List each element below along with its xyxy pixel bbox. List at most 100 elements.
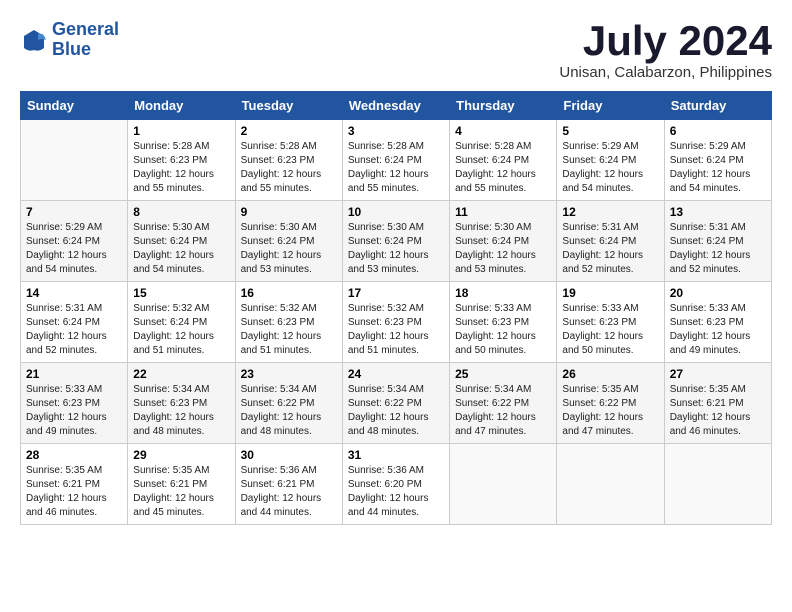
day-info: Sunrise: 5:32 AM Sunset: 6:23 PM Dayligh… [241,302,337,358]
calendar-cell: 25 Sunrise: 5:34 AM Sunset: 6:22 PM Dayli… [450,363,557,444]
day-number: 18 [455,286,551,300]
day-number: 19 [562,286,658,300]
month-title: July 2024 [559,20,772,62]
day-info: Sunrise: 5:35 AM Sunset: 6:21 PM Dayligh… [133,464,229,520]
day-info: Sunrise: 5:28 AM Sunset: 6:24 PM Dayligh… [455,140,551,196]
day-number: 28 [26,448,122,462]
day-number: 24 [348,367,444,381]
calendar-cell: 4 Sunrise: 5:28 AM Sunset: 6:24 PM Daylig… [450,120,557,201]
calendar-cell: 19 Sunrise: 5:33 AM Sunset: 6:23 PM Dayli… [557,282,664,363]
day-number: 17 [348,286,444,300]
calendar-cell: 28 Sunrise: 5:35 AM Sunset: 6:21 PM Dayli… [21,444,128,525]
calendar-cell: 30Sunrise: 5:36 AM Sunset: 6:21 PM Dayli… [235,444,342,525]
calendar-cell: 10 Sunrise: 5:30 AM Sunset: 6:24 PM Dayli… [342,201,449,282]
header-cell-sunday: Sunday [21,92,128,120]
day-info: Sunrise: 5:33 AM Sunset: 6:23 PM Dayligh… [562,302,658,358]
day-info: Sunrise: 5:35 AM Sunset: 6:22 PM Dayligh… [562,383,658,439]
day-info: Sunrise: 5:29 AM Sunset: 6:24 PM Dayligh… [670,140,766,196]
calendar-cell: 23 Sunrise: 5:34 AM Sunset: 6:22 PM Dayli… [235,363,342,444]
day-info: Sunrise: 5:31 AM Sunset: 6:24 PM Dayligh… [670,221,766,277]
day-number: 11 [455,205,551,219]
day-number: 21 [26,367,122,381]
calendar-header: SundayMondayTuesdayWednesdayThursdayFrid… [21,92,772,120]
day-info: Sunrise: 5:35 AM Sunset: 6:21 PM Dayligh… [26,464,122,520]
day-number: 31 [348,448,444,462]
day-info: Sunrise: 5:33 AM Sunset: 6:23 PM Dayligh… [26,383,122,439]
day-number: 6 [670,124,766,138]
calendar-cell [557,444,664,525]
calendar-cell: 7 Sunrise: 5:29 AM Sunset: 6:24 PM Daylig… [21,201,128,282]
day-info: Sunrise: 5:28 AM Sunset: 6:23 PM Dayligh… [133,140,229,196]
location-subtitle: Unisan, Calabarzon, Philippines [559,64,772,81]
calendar-cell: 15 Sunrise: 5:32 AM Sunset: 6:24 PM Dayli… [128,282,235,363]
day-number: 7 [26,205,122,219]
day-info: Sunrise: 5:34 AM Sunset: 6:23 PM Dayligh… [133,383,229,439]
logo-icon [20,26,48,54]
day-info: Sunrise: 5:36 AM Sunset: 6:20 PM Dayligh… [348,464,444,520]
day-number: 8 [133,205,229,219]
calendar-cell: 14 Sunrise: 5:31 AM Sunset: 6:24 PM Dayli… [21,282,128,363]
header-row: SundayMondayTuesdayWednesdayThursdayFrid… [21,92,772,120]
day-info: Sunrise: 5:32 AM Sunset: 6:24 PM Dayligh… [133,302,229,358]
day-info: Sunrise: 5:29 AM Sunset: 6:24 PM Dayligh… [562,140,658,196]
calendar-cell: 29Sunrise: 5:35 AM Sunset: 6:21 PM Dayli… [128,444,235,525]
day-info: Sunrise: 5:30 AM Sunset: 6:24 PM Dayligh… [348,221,444,277]
day-info: Sunrise: 5:30 AM Sunset: 6:24 PM Dayligh… [455,221,551,277]
header-cell-thursday: Thursday [450,92,557,120]
title-block: July 2024 Unisan, Calabarzon, Philippine… [559,20,772,81]
week-row-2: 7 Sunrise: 5:29 AM Sunset: 6:24 PM Daylig… [21,201,772,282]
day-info: Sunrise: 5:34 AM Sunset: 6:22 PM Dayligh… [455,383,551,439]
header-cell-friday: Friday [557,92,664,120]
calendar-cell: 31 Sunrise: 5:36 AM Sunset: 6:20 PM Dayli… [342,444,449,525]
calendar-cell: 27Sunrise: 5:35 AM Sunset: 6:21 PM Dayli… [664,363,771,444]
calendar-body: 1 Sunrise: 5:28 AM Sunset: 6:23 PM Daylig… [21,120,772,525]
calendar-cell: 24 Sunrise: 5:34 AM Sunset: 6:22 PM Dayli… [342,363,449,444]
calendar-cell [450,444,557,525]
calendar-cell: 1 Sunrise: 5:28 AM Sunset: 6:23 PM Daylig… [128,120,235,201]
week-row-1: 1 Sunrise: 5:28 AM Sunset: 6:23 PM Daylig… [21,120,772,201]
day-number: 20 [670,286,766,300]
day-number: 27 [670,367,766,381]
calendar-cell: 20 Sunrise: 5:33 AM Sunset: 6:23 PM Dayli… [664,282,771,363]
calendar-cell: 18 Sunrise: 5:33 AM Sunset: 6:23 PM Dayli… [450,282,557,363]
header-cell-monday: Monday [128,92,235,120]
day-info: Sunrise: 5:36 AM Sunset: 6:21 PM Dayligh… [241,464,337,520]
day-number: 25 [455,367,551,381]
calendar-cell: 12Sunrise: 5:31 AM Sunset: 6:24 PM Dayli… [557,201,664,282]
day-number: 3 [348,124,444,138]
calendar-cell: 21 Sunrise: 5:33 AM Sunset: 6:23 PM Dayli… [21,363,128,444]
calendar-cell: 2Sunrise: 5:28 AM Sunset: 6:23 PM Daylig… [235,120,342,201]
calendar-table: SundayMondayTuesdayWednesdayThursdayFrid… [20,91,772,525]
day-info: Sunrise: 5:31 AM Sunset: 6:24 PM Dayligh… [562,221,658,277]
calendar-cell [664,444,771,525]
day-info: Sunrise: 5:34 AM Sunset: 6:22 PM Dayligh… [241,383,337,439]
day-number: 4 [455,124,551,138]
day-info: Sunrise: 5:34 AM Sunset: 6:22 PM Dayligh… [348,383,444,439]
day-number: 14 [26,286,122,300]
day-number: 26 [562,367,658,381]
day-number: 1 [133,124,229,138]
day-number: 5 [562,124,658,138]
week-row-3: 14 Sunrise: 5:31 AM Sunset: 6:24 PM Dayli… [21,282,772,363]
day-info: Sunrise: 5:33 AM Sunset: 6:23 PM Dayligh… [455,302,551,358]
logo-line2: Blue [52,39,91,59]
day-number: 13 [670,205,766,219]
calendar-cell: 8Sunrise: 5:30 AM Sunset: 6:24 PM Daylig… [128,201,235,282]
day-info: Sunrise: 5:31 AM Sunset: 6:24 PM Dayligh… [26,302,122,358]
day-info: Sunrise: 5:29 AM Sunset: 6:24 PM Dayligh… [26,221,122,277]
day-number: 22 [133,367,229,381]
day-number: 23 [241,367,337,381]
day-info: Sunrise: 5:32 AM Sunset: 6:23 PM Dayligh… [348,302,444,358]
logo-line1: General [52,19,119,39]
day-info: Sunrise: 5:28 AM Sunset: 6:24 PM Dayligh… [348,140,444,196]
logo: General Blue [20,20,119,60]
header-cell-tuesday: Tuesday [235,92,342,120]
calendar-cell: 3 Sunrise: 5:28 AM Sunset: 6:24 PM Daylig… [342,120,449,201]
day-info: Sunrise: 5:33 AM Sunset: 6:23 PM Dayligh… [670,302,766,358]
week-row-5: 28 Sunrise: 5:35 AM Sunset: 6:21 PM Dayli… [21,444,772,525]
day-number: 10 [348,205,444,219]
calendar-cell: 9Sunrise: 5:30 AM Sunset: 6:24 PM Daylig… [235,201,342,282]
calendar-cell: 13 Sunrise: 5:31 AM Sunset: 6:24 PM Dayli… [664,201,771,282]
calendar-cell: 26 Sunrise: 5:35 AM Sunset: 6:22 PM Dayli… [557,363,664,444]
day-number: 15 [133,286,229,300]
